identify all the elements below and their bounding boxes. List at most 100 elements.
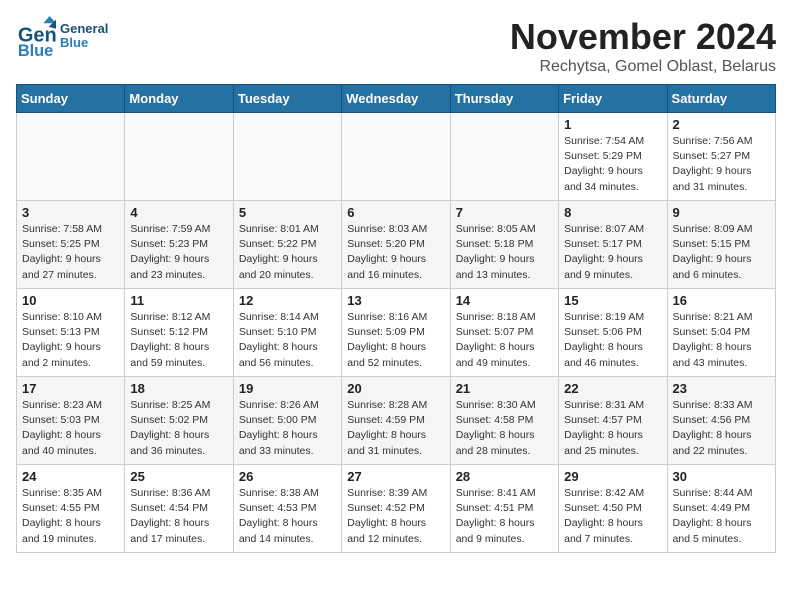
day-info: Sunrise: 8:30 AM Sunset: 4:58 PM Dayligh…	[456, 398, 553, 459]
calendar-cell: 24 Sunrise: 8:35 AM Sunset: 4:55 PM Dayli…	[17, 465, 125, 553]
title-block: November 2024 Rechytsa, Gomel Oblast, Be…	[510, 16, 776, 76]
day-number: 9	[673, 205, 770, 220]
calendar-cell: 1 Sunrise: 7:54 AM Sunset: 5:29 PM Daylig…	[559, 113, 667, 201]
calendar-cell: 27 Sunrise: 8:39 AM Sunset: 4:52 PM Dayli…	[342, 465, 450, 553]
day-number: 22	[564, 381, 661, 396]
day-number: 5	[239, 205, 336, 220]
page-header: General Blue General Blue November 2024 …	[16, 16, 776, 76]
day-number: 15	[564, 293, 661, 308]
day-number: 21	[456, 381, 553, 396]
calendar-cell	[450, 113, 558, 201]
calendar-cell: 9Sunrise: 8:09 AM Sunset: 5:15 PM Daylig…	[667, 201, 775, 289]
day-number: 10	[22, 293, 119, 308]
day-number: 11	[130, 293, 227, 308]
calendar-cell: 18 Sunrise: 8:25 AM Sunset: 5:02 PM Dayli…	[125, 377, 233, 465]
day-number: 28	[456, 469, 553, 484]
calendar-week-4: 24 Sunrise: 8:35 AM Sunset: 4:55 PM Dayli…	[17, 465, 776, 553]
calendar-cell	[17, 113, 125, 201]
svg-text:Blue: Blue	[18, 42, 53, 56]
header-thursday: Thursday	[450, 85, 558, 113]
day-number: 26	[239, 469, 336, 484]
calendar-cell: 19 Sunrise: 8:26 AM Sunset: 5:00 PM Dayli…	[233, 377, 341, 465]
header-tuesday: Tuesday	[233, 85, 341, 113]
calendar-week-1: 3 Sunrise: 7:58 AM Sunset: 5:25 PM Daylig…	[17, 201, 776, 289]
calendar-cell: 15 Sunrise: 8:19 AM Sunset: 5:06 PM Dayli…	[559, 289, 667, 377]
day-number: 12	[239, 293, 336, 308]
day-info: Sunrise: 8:18 AM Sunset: 5:07 PM Dayligh…	[456, 310, 553, 371]
day-info: Sunrise: 8:38 AM Sunset: 4:53 PM Dayligh…	[239, 486, 336, 547]
day-number: 16	[673, 293, 770, 308]
day-number: 6	[347, 205, 444, 220]
day-info: Sunrise: 8:07 AM Sunset: 5:17 PM Dayligh…	[564, 222, 661, 283]
calendar-cell: 30Sunrise: 8:44 AM Sunset: 4:49 PM Dayli…	[667, 465, 775, 553]
calendar-cell: 14Sunrise: 8:18 AM Sunset: 5:07 PM Dayli…	[450, 289, 558, 377]
calendar-cell: 11 Sunrise: 8:12 AM Sunset: 5:12 PM Dayli…	[125, 289, 233, 377]
logo: General Blue General Blue	[16, 16, 108, 56]
day-info: Sunrise: 8:01 AM Sunset: 5:22 PM Dayligh…	[239, 222, 336, 283]
day-info: Sunrise: 7:59 AM Sunset: 5:23 PM Dayligh…	[130, 222, 227, 283]
calendar-cell: 25 Sunrise: 8:36 AM Sunset: 4:54 PM Dayli…	[125, 465, 233, 553]
calendar-week-2: 10 Sunrise: 8:10 AM Sunset: 5:13 PM Dayli…	[17, 289, 776, 377]
calendar-cell: 23Sunrise: 8:33 AM Sunset: 4:56 PM Dayli…	[667, 377, 775, 465]
calendar-cell: 22Sunrise: 8:31 AM Sunset: 4:57 PM Dayli…	[559, 377, 667, 465]
day-number: 25	[130, 469, 227, 484]
calendar-cell	[233, 113, 341, 201]
day-info: Sunrise: 8:19 AM Sunset: 5:06 PM Dayligh…	[564, 310, 661, 371]
day-info: Sunrise: 7:56 AM Sunset: 5:27 PM Dayligh…	[673, 134, 770, 195]
day-info: Sunrise: 8:25 AM Sunset: 5:02 PM Dayligh…	[130, 398, 227, 459]
day-info: Sunrise: 8:35 AM Sunset: 4:55 PM Dayligh…	[22, 486, 119, 547]
calendar-cell: 3 Sunrise: 7:58 AM Sunset: 5:25 PM Daylig…	[17, 201, 125, 289]
header-saturday: Saturday	[667, 85, 775, 113]
header-wednesday: Wednesday	[342, 85, 450, 113]
logo-line2: Blue	[60, 36, 108, 50]
day-number: 2	[673, 117, 770, 132]
day-number: 30	[673, 469, 770, 484]
day-info: Sunrise: 8:28 AM Sunset: 4:59 PM Dayligh…	[347, 398, 444, 459]
calendar-cell: 7Sunrise: 8:05 AM Sunset: 5:18 PM Daylig…	[450, 201, 558, 289]
calendar-week-3: 17Sunrise: 8:23 AM Sunset: 5:03 PM Dayli…	[17, 377, 776, 465]
calendar-cell	[342, 113, 450, 201]
day-info: Sunrise: 8:33 AM Sunset: 4:56 PM Dayligh…	[673, 398, 770, 459]
day-number: 3	[22, 205, 119, 220]
day-info: Sunrise: 7:54 AM Sunset: 5:29 PM Dayligh…	[564, 134, 661, 195]
day-number: 13	[347, 293, 444, 308]
calendar-cell: 21 Sunrise: 8:30 AM Sunset: 4:58 PM Dayli…	[450, 377, 558, 465]
calendar-week-0: 1 Sunrise: 7:54 AM Sunset: 5:29 PM Daylig…	[17, 113, 776, 201]
day-info: Sunrise: 8:26 AM Sunset: 5:00 PM Dayligh…	[239, 398, 336, 459]
day-info: Sunrise: 8:21 AM Sunset: 5:04 PM Dayligh…	[673, 310, 770, 371]
header-sunday: Sunday	[17, 85, 125, 113]
day-number: 27	[347, 469, 444, 484]
calendar-cell: 4Sunrise: 7:59 AM Sunset: 5:23 PM Daylig…	[125, 201, 233, 289]
day-number: 1	[564, 117, 661, 132]
calendar-cell: 17Sunrise: 8:23 AM Sunset: 5:03 PM Dayli…	[17, 377, 125, 465]
day-info: Sunrise: 8:39 AM Sunset: 4:52 PM Dayligh…	[347, 486, 444, 547]
day-number: 17	[22, 381, 119, 396]
calendar-cell: 28Sunrise: 8:41 AM Sunset: 4:51 PM Dayli…	[450, 465, 558, 553]
calendar-cell: 26 Sunrise: 8:38 AM Sunset: 4:53 PM Dayli…	[233, 465, 341, 553]
day-info: Sunrise: 8:16 AM Sunset: 5:09 PM Dayligh…	[347, 310, 444, 371]
calendar-cell: 29 Sunrise: 8:42 AM Sunset: 4:50 PM Dayli…	[559, 465, 667, 553]
day-number: 29	[564, 469, 661, 484]
calendar-table: SundayMondayTuesdayWednesdayThursdayFrid…	[16, 84, 776, 553]
calendar-cell: 20 Sunrise: 8:28 AM Sunset: 4:59 PM Dayli…	[342, 377, 450, 465]
day-number: 18	[130, 381, 227, 396]
calendar-cell	[125, 113, 233, 201]
day-number: 24	[22, 469, 119, 484]
calendar-cell: 16 Sunrise: 8:21 AM Sunset: 5:04 PM Dayli…	[667, 289, 775, 377]
day-number: 19	[239, 381, 336, 396]
day-info: Sunrise: 8:14 AM Sunset: 5:10 PM Dayligh…	[239, 310, 336, 371]
calendar-header-row: SundayMondayTuesdayWednesdayThursdayFrid…	[17, 85, 776, 113]
calendar-cell: 2 Sunrise: 7:56 AM Sunset: 5:27 PM Daylig…	[667, 113, 775, 201]
month-title: November 2024	[510, 16, 776, 58]
header-friday: Friday	[559, 85, 667, 113]
logo-line1: General	[60, 22, 108, 36]
day-info: Sunrise: 8:10 AM Sunset: 5:13 PM Dayligh…	[22, 310, 119, 371]
day-info: Sunrise: 7:58 AM Sunset: 5:25 PM Dayligh…	[22, 222, 119, 283]
calendar-cell: 5 Sunrise: 8:01 AM Sunset: 5:22 PM Daylig…	[233, 201, 341, 289]
day-info: Sunrise: 8:12 AM Sunset: 5:12 PM Dayligh…	[130, 310, 227, 371]
day-number: 8	[564, 205, 661, 220]
day-number: 20	[347, 381, 444, 396]
calendar-cell: 13 Sunrise: 8:16 AM Sunset: 5:09 PM Dayli…	[342, 289, 450, 377]
day-info: Sunrise: 8:36 AM Sunset: 4:54 PM Dayligh…	[130, 486, 227, 547]
day-info: Sunrise: 8:42 AM Sunset: 4:50 PM Dayligh…	[564, 486, 661, 547]
